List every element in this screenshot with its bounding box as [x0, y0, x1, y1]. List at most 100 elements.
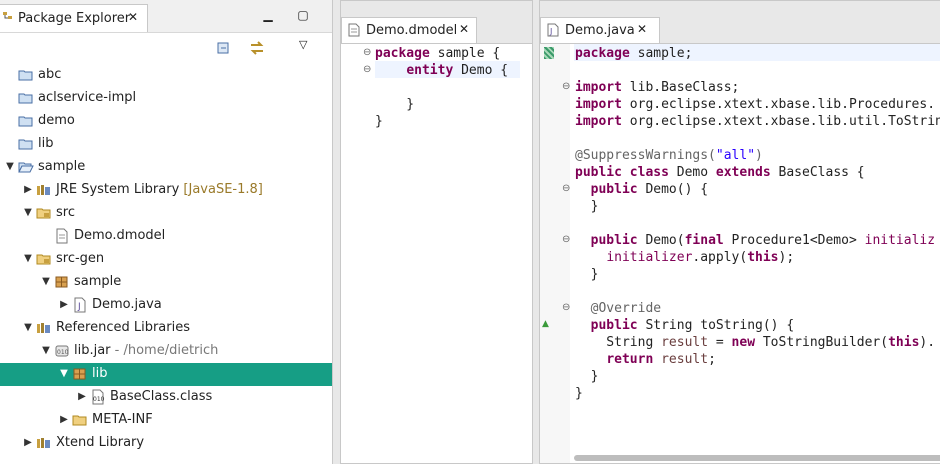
tree-item-label: JRE System Library [JavaSE-1.8]	[56, 182, 263, 197]
code-line: public String toString() {	[590, 318, 795, 333]
expand-right-icon[interactable]: ▶	[76, 391, 88, 403]
tree-item[interactable]: ▼ sample	[0, 271, 332, 294]
package-icon	[54, 274, 70, 290]
tree-item[interactable]: ▼ sample	[0, 156, 332, 179]
code-line: import org.eclipse.xtext.xbase.lib.Proce…	[575, 97, 936, 112]
code-line: entity Demo {	[406, 63, 509, 78]
code-line: }	[575, 386, 583, 401]
tree-item-label: src-gen	[56, 251, 105, 266]
tab-demo-dmodel[interactable]: Demo.dmodel ✕	[341, 17, 477, 43]
close-icon[interactable]: ✕	[637, 22, 647, 36]
fold-icon[interactable]: ⊖	[562, 184, 572, 194]
tree-item-label: sample	[38, 159, 86, 174]
expand-right-icon[interactable]: ▶	[22, 184, 34, 196]
fold-icon[interactable]: ⊖	[363, 48, 373, 58]
code-line: }	[375, 114, 383, 129]
tree-item-label: Referenced Libraries	[56, 320, 190, 335]
tree-item[interactable]: ▶ JRE System Library [JavaSE-1.8]	[0, 179, 332, 202]
fold-icon[interactable]: ⊖	[562, 235, 572, 245]
code-line: @SuppressWarnings("all")	[575, 148, 763, 163]
tree-item[interactable]: ▶ 010 BaseClass.class	[0, 386, 332, 409]
view-menu-icon[interactable]: ▽	[299, 38, 315, 54]
tree-item[interactable]: ▶ META-INF	[0, 409, 332, 432]
editor-gutter	[540, 44, 570, 463]
tree-item-label: aclservice-impl	[38, 90, 137, 105]
folder-icon	[72, 412, 88, 428]
file-icon	[54, 228, 70, 244]
tree-item-label: META-INF	[92, 412, 153, 427]
code-line: }	[375, 97, 415, 112]
code-line: package sample;	[575, 46, 693, 61]
close-icon[interactable]: ✕	[128, 10, 138, 24]
tree-item[interactable]: Demo.dmodel	[0, 225, 332, 248]
close-icon[interactable]: ✕	[459, 22, 469, 36]
tree-item[interactable]: abc	[0, 64, 332, 87]
tree-item[interactable]: ▶ Xtend Library	[0, 432, 332, 455]
svg-text:J: J	[77, 302, 81, 312]
tree-item[interactable]: ▼ src-gen	[0, 248, 332, 271]
expand-down-icon[interactable]: ▼	[22, 253, 34, 265]
tree-item-label: abc	[38, 67, 62, 82]
editor-tabstrip: J Demo.java ✕	[540, 1, 940, 44]
tree-item[interactable]: ▶ J Demo.java	[0, 294, 332, 317]
tree-item[interactable]: lib	[0, 133, 332, 156]
tree-item-label: lib.jar - /home/dietrich	[74, 343, 219, 358]
override-marker-icon: ▲	[542, 319, 549, 329]
java-file-icon: J	[547, 23, 559, 41]
expand-right-icon[interactable]: ▶	[22, 437, 34, 449]
svg-text:010: 010	[57, 349, 69, 356]
code-line: }	[575, 369, 599, 384]
code-line: package sample {	[375, 46, 501, 61]
sash[interactable]	[333, 0, 340, 464]
expand-right-icon[interactable]: ▶	[58, 414, 70, 426]
project-icon	[18, 113, 34, 129]
editor-gutter	[341, 44, 369, 463]
expand-down-icon[interactable]: ▼	[22, 322, 34, 334]
fold-icon[interactable]: ⊖	[562, 82, 572, 92]
expand-down-icon[interactable]: ▼	[40, 276, 52, 288]
fold-icon[interactable]: ⊖	[562, 303, 572, 313]
class-file-icon: 010	[90, 389, 106, 405]
package-explorer-toolbar	[0, 32, 332, 63]
link-with-editor-icon[interactable]	[249, 40, 265, 56]
library-icon	[36, 182, 52, 198]
code-line: }	[575, 199, 599, 214]
library-icon	[36, 320, 52, 336]
tree-item[interactable]: aclservice-impl	[0, 87, 332, 110]
editor-tabstrip: Demo.dmodel ✕	[341, 1, 532, 44]
collapse-all-icon[interactable]	[216, 40, 232, 56]
minimize-icon[interactable]: ▁	[261, 8, 275, 22]
tree-item-label: lib	[92, 366, 108, 381]
package-explorer-tabbar: Package Explorer ✕ ▁ ▢	[0, 0, 332, 32]
expand-down-icon[interactable]: ▼	[58, 368, 70, 380]
tree-item[interactable]: ▼ 010 lib.jar - /home/dietrich	[0, 340, 332, 363]
horizontal-scrollbar[interactable]	[574, 455, 940, 461]
code-line: import org.eclipse.xtext.xbase.lib.util.…	[575, 114, 940, 129]
tab-demo-java[interactable]: J Demo.java ✕	[540, 17, 660, 43]
svg-text:J: J	[549, 27, 552, 36]
file-icon	[348, 23, 360, 41]
expand-right-icon[interactable]: ▶	[58, 299, 70, 311]
code-line: import lib.BaseClass;	[575, 80, 740, 95]
expand-down-icon[interactable]: ▼	[40, 345, 52, 357]
project-icon	[18, 67, 34, 83]
tree-item[interactable]: ▼ src	[0, 202, 332, 225]
tree-item[interactable]: demo	[0, 110, 332, 133]
maximize-icon[interactable]: ▢	[296, 8, 310, 22]
fold-icon[interactable]: ⊖	[363, 65, 373, 75]
expand-down-icon[interactable]: ▼	[4, 161, 16, 173]
tree-item[interactable]: ▼ lib	[0, 363, 332, 386]
tab-package-explorer[interactable]: Package Explorer ✕	[0, 4, 148, 32]
tab-label: Package Explorer	[18, 11, 131, 26]
expand-down-icon[interactable]: ▼	[22, 207, 34, 219]
source-folder-icon	[36, 205, 52, 221]
code-line: public Demo() {	[590, 182, 709, 197]
code-line: public class Demo extends BaseClass {	[575, 165, 865, 180]
package-explorer-icon	[2, 10, 16, 28]
tree-item[interactable]: ▼ Referenced Libraries	[0, 317, 332, 340]
library-icon	[36, 435, 52, 451]
tab-label: Demo.java	[565, 23, 635, 38]
source-folder-icon	[36, 251, 52, 267]
code-line: String result = new ToStringBuilder(this…	[575, 335, 936, 350]
tree-item-label: src	[56, 205, 75, 220]
